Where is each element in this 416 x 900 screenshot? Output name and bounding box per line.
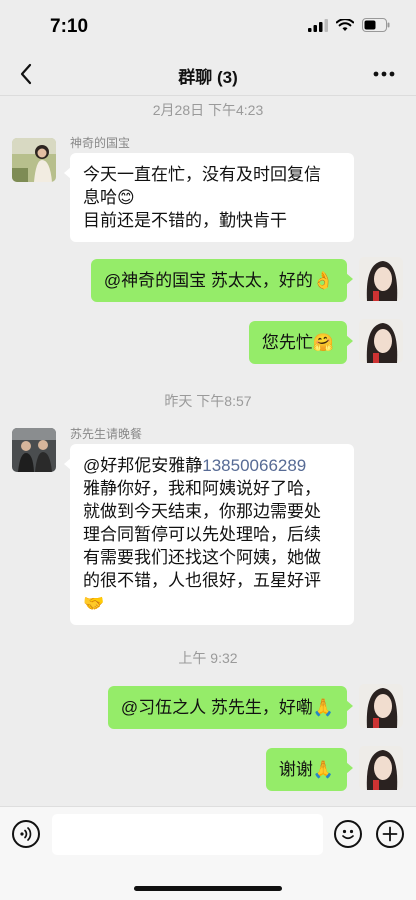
avatar-self[interactable] [359, 319, 403, 363]
emoji-button[interactable] [334, 820, 362, 848]
sender-name: 神奇的国宝 [70, 136, 131, 150]
message-line: 理合同暂停可以先处理哈，后续 [83, 525, 321, 544]
chat-title: 群聊 (3) [178, 68, 238, 87]
status-bar: 7:10 [0, 0, 416, 52]
message-bubble[interactable]: @神奇的国宝 苏太太，好的👌 [90, 259, 354, 302]
more-button[interactable] [370, 62, 398, 86]
message-bubble[interactable]: 您先忙🤗 [248, 321, 354, 364]
message-bubble[interactable]: 谢谢🙏 [265, 748, 354, 791]
home-indicator [134, 886, 282, 891]
emoji-icon [342, 829, 354, 840]
message-line: @好邦伲安雅静13850066289 [83, 454, 341, 477]
message-text: @神奇的国宝 苏太太，好的👌 [103, 271, 334, 290]
message-line: 雅静你好，我和阿姨说好了哈， [83, 479, 321, 498]
message-line: 有需要我们还找这个阿姨，她做 [83, 548, 321, 567]
message-text: 您先忙🤗 [261, 333, 334, 352]
avatar[interactable] [12, 138, 56, 182]
signal-icon [308, 18, 328, 32]
status-time: 7:10 [50, 16, 89, 37]
message-line: 的很不错，人也很好，五星好评 [83, 571, 321, 590]
avatar-self[interactable] [359, 684, 403, 728]
message-line: 今天一直在忙，没有及时回复信 [83, 165, 321, 184]
battery-icon [362, 18, 390, 32]
message-line: 就做到今天结束，你那边需要处 [83, 502, 321, 521]
message-line: 目前还是不错的，勤快肯干 [83, 211, 287, 230]
nav-bar: 群聊 (3) [0, 52, 416, 96]
message-input[interactable] [52, 814, 323, 855]
message-line: 息哈😊 [83, 188, 135, 207]
status-icons [308, 18, 390, 32]
message-list[interactable]: 2月28日 下午4:23 神奇的国宝 今天一直在忙，没有及时回复信 息哈😊 目前… [0, 97, 416, 806]
timestamp: 2月28日 下午4:23 [152, 102, 264, 118]
avatar-self[interactable] [359, 746, 403, 790]
timestamp: 昨天 下午8:57 [164, 393, 252, 409]
message-text: 谢谢🙏 [278, 760, 334, 779]
timestamp: 上午 9:32 [178, 650, 238, 666]
sender-name: 苏先生请晚餐 [70, 427, 143, 441]
plus-icon [382, 826, 398, 842]
avatar[interactable] [12, 428, 56, 472]
wifi-icon [336, 18, 354, 31]
voice-icon [20, 827, 32, 841]
message-line: 🤝 [83, 594, 105, 613]
mention[interactable]: @好邦伲安雅静 [83, 456, 202, 475]
message-bubble[interactable]: @好邦伲安雅静13850066289 雅静你好，我和阿姨说好了哈， 就做到今天结… [64, 444, 354, 625]
phone-link[interactable]: 13850066289 [202, 456, 306, 475]
avatar-self[interactable] [359, 257, 403, 301]
message-bubble[interactable]: @习伍之人 苏先生，好嘞🙏 [107, 686, 354, 729]
more-dots-icon [373, 71, 395, 77]
message-bubble[interactable]: 今天一直在忙，没有及时回复信 息哈😊 目前还是不错的，勤快肯干 [64, 153, 354, 242]
voice-button[interactable] [12, 820, 40, 848]
message-text: @习伍之人 苏先生，好嘞🙏 [120, 698, 334, 717]
plus-button[interactable] [376, 820, 404, 848]
